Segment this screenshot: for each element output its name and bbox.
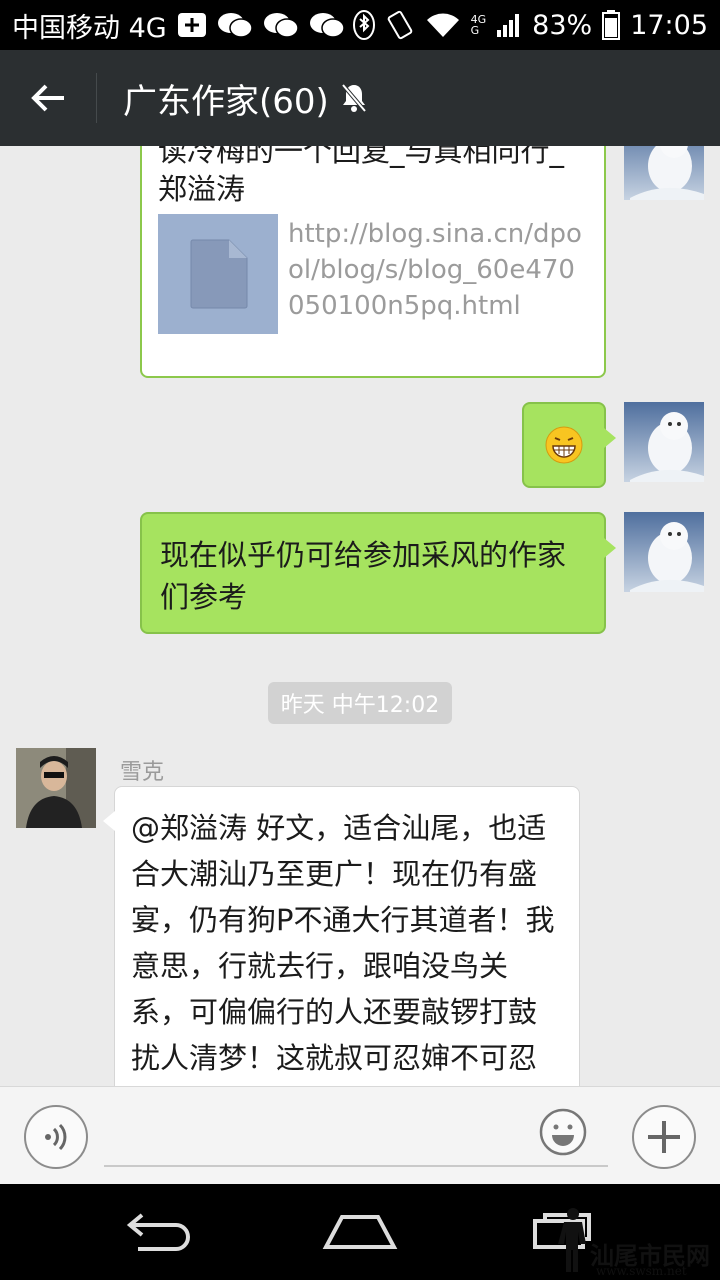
reply-message[interactable]: @郑溢涛 好文，适合汕尾，也适合大潮汕乃至更广！现在仍有盛宴，仍有狗P不通大行其… bbox=[103, 786, 580, 1086]
sender-avatar[interactable] bbox=[16, 748, 96, 828]
link-url: http://blog.sina.cn/dpool/blog/s/blog_60… bbox=[288, 219, 582, 321]
site-watermark: 汕尾市民网 www.swsm.net bbox=[556, 1206, 716, 1278]
battery-icon bbox=[602, 10, 621, 40]
voice-input-button[interactable] bbox=[24, 1105, 88, 1169]
chat-header: 广东作家(60) bbox=[0, 50, 720, 146]
mute-notification-icon bbox=[339, 82, 369, 114]
voice-icon bbox=[45, 1123, 67, 1151]
snowy-owl-avatar bbox=[624, 146, 704, 200]
document-icon bbox=[190, 239, 248, 309]
message-input[interactable] bbox=[104, 1111, 608, 1167]
link-card-title: 读冷梅的一个回复_与真相同行_郑溢涛 bbox=[158, 146, 565, 206]
vibrate-icon bbox=[385, 10, 415, 40]
chat-title: 广东作家(60) bbox=[123, 81, 329, 122]
snowy-owl-avatar bbox=[624, 512, 704, 592]
bluetooth-icon bbox=[352, 10, 375, 40]
grin-emoji bbox=[545, 426, 583, 464]
message-timestamp: 昨天 中午12:02 bbox=[268, 682, 452, 724]
nav-home-icon bbox=[322, 1215, 398, 1249]
wechat-icon bbox=[263, 11, 299, 39]
person-avatar bbox=[16, 748, 96, 828]
smiley-icon bbox=[539, 1108, 587, 1156]
reply-message-content: @郑溢涛 好文，适合汕尾，也适合大潮汕乃至更广！现在仍有盛宴，仍有狗P不通大行其… bbox=[131, 811, 555, 1075]
header-divider bbox=[96, 73, 97, 123]
my-avatar[interactable] bbox=[624, 512, 704, 592]
watermark-url: www.swsm.net bbox=[596, 1264, 687, 1278]
back-arrow-icon bbox=[31, 84, 64, 112]
emoji-button[interactable] bbox=[538, 1107, 588, 1157]
wechat-icon bbox=[217, 11, 253, 39]
back-button[interactable] bbox=[0, 50, 96, 146]
link-card-message[interactable]: 读冷梅的一个回复_与真相同行_郑溢涛 http://blog.sina.cn/d… bbox=[140, 146, 606, 378]
nav-back-button[interactable] bbox=[120, 1206, 200, 1256]
silhouette-logo-icon bbox=[558, 1208, 586, 1272]
wifi-icon bbox=[425, 11, 461, 39]
nav-back-icon bbox=[126, 1213, 190, 1251]
my-avatar[interactable] bbox=[624, 402, 704, 482]
sender-name: 雪克 bbox=[120, 760, 165, 785]
input-bar bbox=[0, 1086, 720, 1184]
clock: 17:05 bbox=[630, 9, 708, 41]
message-list[interactable]: 读冷梅的一个回复_与真相同行_郑溢涛 http://blog.sina.cn/d… bbox=[0, 146, 720, 1086]
add-icon bbox=[177, 12, 207, 38]
text-message[interactable]: 现在似乎仍可给参加采风的作家们参考 bbox=[140, 512, 616, 634]
signal-icon bbox=[496, 12, 522, 38]
nav-home-button[interactable] bbox=[320, 1206, 400, 1256]
emoji-message[interactable]: 😁 bbox=[522, 402, 616, 488]
status-bar: 中国移动 4G 4G G 83% 17:05 bbox=[0, 0, 720, 50]
more-options-button[interactable] bbox=[632, 1105, 696, 1169]
wechat-icon bbox=[309, 11, 345, 39]
snowy-owl-avatar bbox=[624, 402, 704, 482]
text-message-content: 现在似乎仍可给参加采风的作家们参考 bbox=[160, 538, 567, 614]
link-thumbnail bbox=[158, 214, 278, 334]
plus-icon bbox=[648, 1121, 680, 1153]
carrier-label: 中国移动 4G bbox=[12, 12, 167, 44]
battery-percent: 83% bbox=[532, 9, 593, 41]
my-avatar[interactable] bbox=[624, 146, 704, 200]
network-type-label-2: G bbox=[470, 24, 480, 37]
